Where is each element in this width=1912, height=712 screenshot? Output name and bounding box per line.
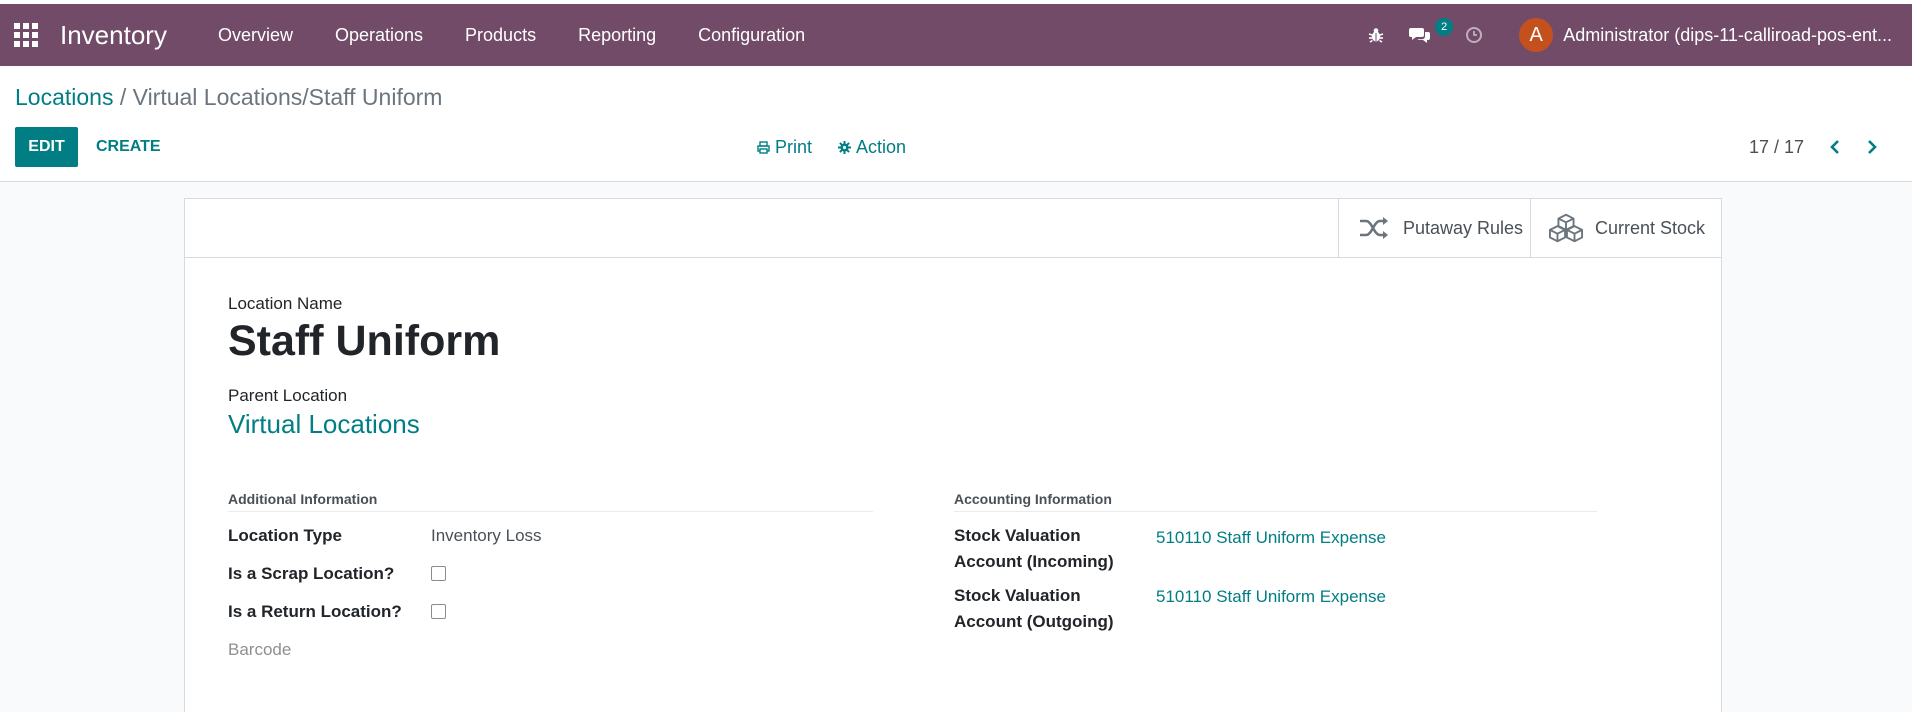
breadcrumb-current: / Virtual Locations/Staff Uniform [113, 84, 443, 110]
control-panel: Locations / Virtual Locations/Staff Unif… [0, 66, 1912, 182]
return-location-label: Is a Return Location? [228, 602, 402, 621]
putaway-rules-button[interactable]: Putaway Rules [1338, 199, 1530, 257]
menu-operations[interactable]: Operations [314, 4, 444, 66]
edit-button[interactable]: EDIT [15, 127, 78, 167]
shuffle-icon [1360, 217, 1388, 239]
action-label: Action [856, 136, 907, 157]
menu-configuration[interactable]: Configuration [677, 4, 826, 66]
current-stock-button[interactable]: Current Stock [1530, 199, 1721, 257]
form-sheet: Putaway Rules Current Stock Location Nam… [184, 198, 1722, 712]
smart-button-box: Putaway Rules Current Stock [185, 199, 1721, 258]
barcode-label: Barcode [228, 640, 292, 659]
breadcrumb-locations[interactable]: Locations [15, 84, 113, 110]
messages-count-badge: 2 [1435, 18, 1454, 36]
menu-products[interactable]: Products [444, 4, 557, 66]
clock-icon [1466, 27, 1483, 43]
menu-overview[interactable]: Overview [197, 4, 314, 66]
location-type-label: Location Type [228, 526, 342, 545]
pager-value[interactable]: 17 / 17 [1749, 127, 1804, 167]
scrap-location-checkbox[interactable] [431, 566, 446, 581]
parent-location-link[interactable]: Virtual Locations [228, 409, 420, 440]
activity-menu[interactable] [1453, 4, 1495, 66]
putaway-rules-label: Putaway Rules [1403, 217, 1524, 238]
valuation-outgoing-link[interactable]: 510110 Staff Uniform Expense [1156, 584, 1386, 610]
chevron-right-icon [1868, 140, 1877, 154]
print-icon [757, 140, 770, 154]
additional-information-title: Additional Information [228, 491, 873, 512]
bug-icon [1368, 28, 1384, 43]
apps-grid-icon[interactable] [14, 23, 38, 47]
top-navbar: Inventory Overview Operations Products R… [0, 0, 1912, 66]
user-menu[interactable]: Administrator (dips-11-calliroad-pos-ent… [1563, 25, 1892, 46]
gear-icon [838, 140, 851, 154]
accounting-information-title: Accounting Information [954, 491, 1597, 512]
action-button[interactable]: Action [838, 127, 906, 167]
return-location-checkbox[interactable] [431, 604, 446, 619]
location-name-value: Staff Uniform [228, 317, 501, 365]
create-button[interactable]: CREATE [96, 127, 161, 167]
debug-menu[interactable] [1355, 4, 1397, 66]
print-label: Print [775, 136, 813, 157]
valuation-outgoing-label-line2: Account (Outgoing) [954, 612, 1114, 631]
print-button[interactable]: Print [757, 127, 812, 167]
valuation-incoming-label: Stock Valuation Account (Incoming) [954, 523, 1114, 575]
pager-next-button[interactable] [1859, 127, 1885, 167]
parent-location-label: Parent Location [228, 386, 348, 405]
valuation-incoming-label-line1: Stock Valuation [954, 526, 1081, 545]
valuation-incoming-link[interactable]: 510110 Staff Uniform Expense [1156, 525, 1386, 551]
valuation-incoming-label-line2: Account (Incoming) [954, 552, 1114, 571]
messaging-menu[interactable]: 2 [1397, 4, 1454, 66]
current-stock-label: Current Stock [1595, 217, 1706, 238]
location-type-value: Inventory Loss [431, 526, 542, 545]
chevron-left-icon [1830, 140, 1839, 154]
app-brand[interactable]: Inventory [60, 20, 167, 51]
breadcrumb: Locations / Virtual Locations/Staff Unif… [15, 84, 442, 111]
pager-previous-button[interactable] [1822, 127, 1848, 167]
valuation-outgoing-label-line1: Stock Valuation [954, 586, 1081, 605]
location-name-label: Location Name [228, 294, 343, 313]
chat-icon [1409, 28, 1431, 43]
avatar[interactable]: A [1519, 18, 1554, 52]
menu-reporting[interactable]: Reporting [557, 4, 677, 66]
scrap-location-label: Is a Scrap Location? [228, 564, 395, 583]
cubes-icon [1549, 213, 1583, 243]
valuation-outgoing-label: Stock Valuation Account (Outgoing) [954, 583, 1114, 635]
